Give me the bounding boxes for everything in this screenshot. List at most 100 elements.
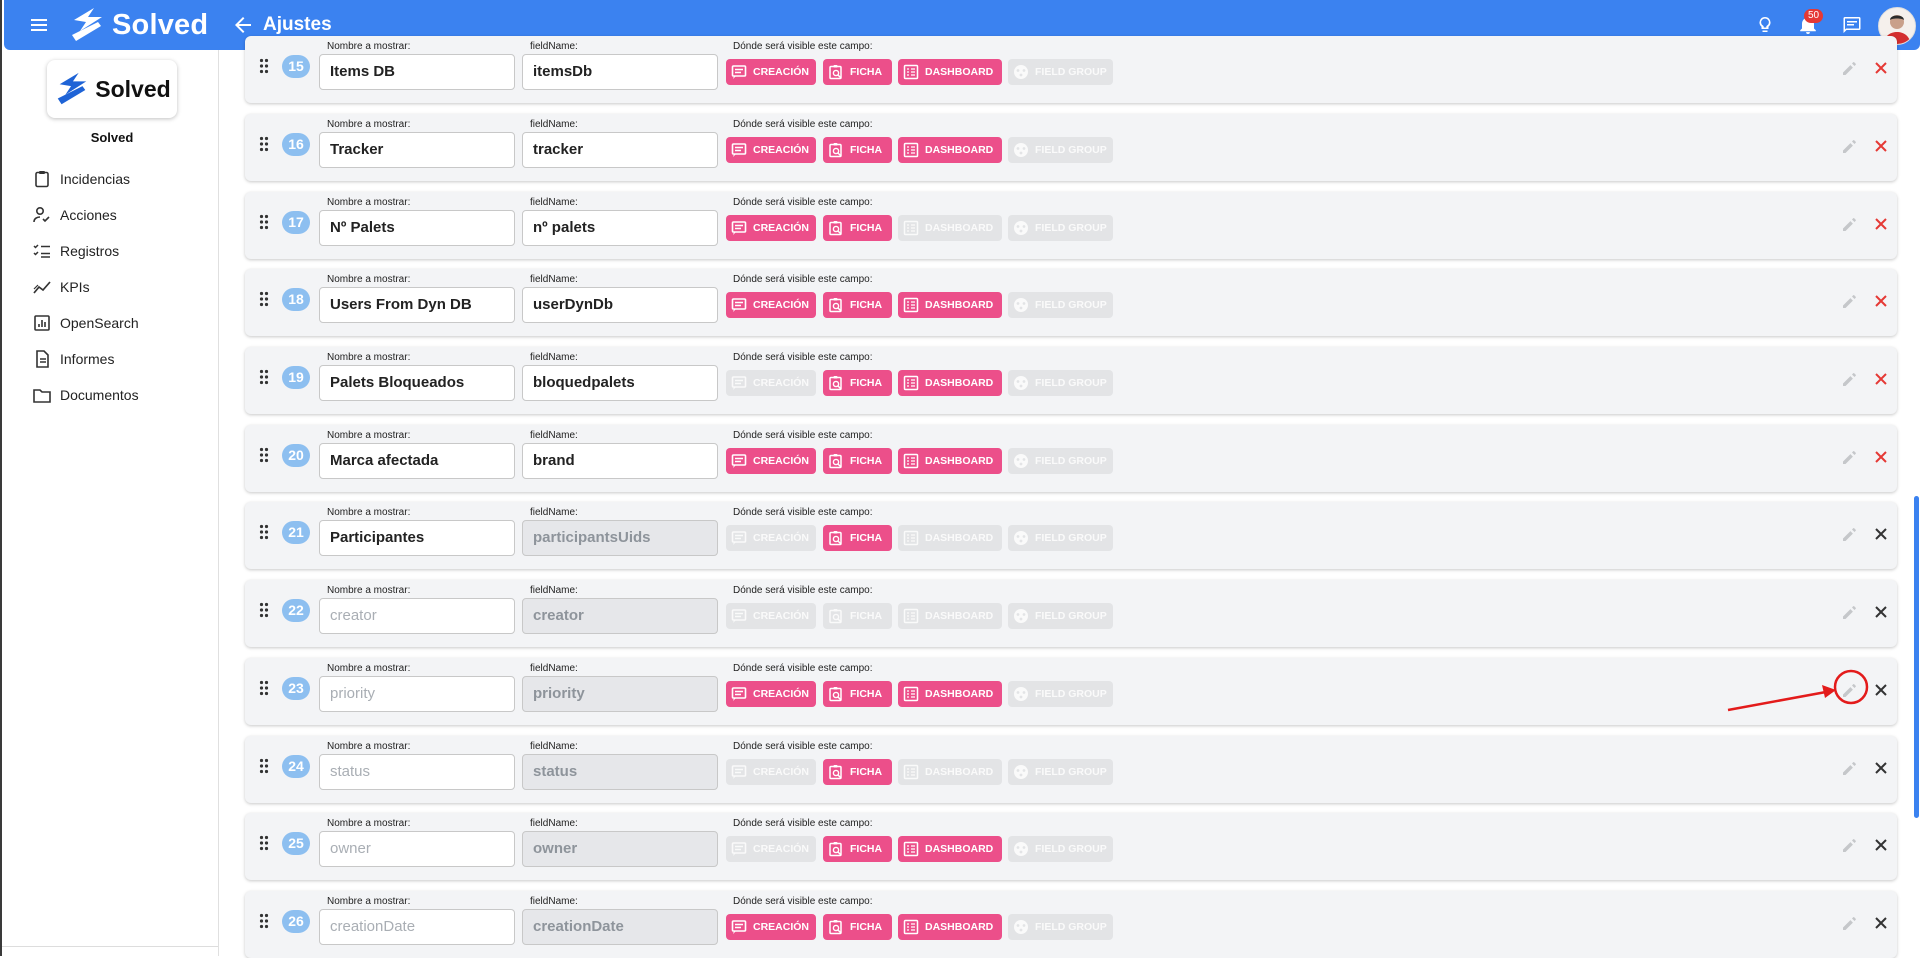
drag-handle-icon[interactable] [259,602,269,618]
delete-close-icon[interactable] [1871,835,1891,855]
ficha-chip[interactable]: FICHA [823,370,892,396]
drag-handle-icon[interactable] [259,136,269,152]
edit-pencil-icon[interactable] [1840,835,1860,855]
delete-close-icon[interactable] [1871,913,1891,933]
lightbulb-icon[interactable] [1754,14,1776,36]
dashboard-chip[interactable]: DASHBOARD [898,137,1002,163]
delete-close-icon[interactable] [1871,136,1891,156]
delete-close-icon[interactable] [1871,369,1891,389]
dashboard-chip[interactable]: DASHBOARD [898,525,1002,551]
field-group-chip[interactable]: FIELD GROUP [1008,448,1113,474]
display-name-input[interactable]: Participantes [319,520,515,556]
field-name-input[interactable]: bloquedpalets [522,365,718,401]
sidebar-logo[interactable]: Solved [47,60,177,118]
drag-handle-icon[interactable] [259,447,269,463]
delete-close-icon[interactable] [1871,758,1891,778]
drag-handle-icon[interactable] [259,369,269,385]
ficha-chip[interactable]: FICHA [823,603,892,629]
creacion-chip[interactable]: CREACIÓN [726,759,816,785]
dashboard-chip[interactable]: DASHBOARD [898,914,1002,940]
edit-pencil-icon[interactable] [1840,136,1860,156]
scrollbar-thumb[interactable] [1914,496,1919,818]
creacion-chip[interactable]: CREACIÓN [726,914,816,940]
display-name-input[interactable]: owner [319,831,515,867]
display-name-input[interactable]: Items DB [319,54,515,90]
sidebar-item-kpis[interactable]: KPIs [32,274,90,300]
dashboard-chip[interactable]: DASHBOARD [898,59,1002,85]
field-group-chip[interactable]: FIELD GROUP [1008,370,1113,396]
sidebar-item-acciones[interactable]: Acciones [32,202,117,228]
ficha-chip[interactable]: FICHA [823,914,892,940]
delete-close-icon[interactable] [1871,524,1891,544]
creacion-chip[interactable]: CREACIÓN [726,681,816,707]
edit-pencil-icon[interactable] [1840,291,1860,311]
dashboard-chip[interactable]: DASHBOARD [898,681,1002,707]
field-group-chip[interactable]: FIELD GROUP [1008,681,1113,707]
drag-handle-icon[interactable] [259,758,269,774]
chat-icon[interactable] [1841,14,1863,36]
ficha-chip[interactable]: FICHA [823,448,892,474]
delete-close-icon[interactable] [1871,680,1891,700]
creacion-chip[interactable]: CREACIÓN [726,292,816,318]
display-name-input[interactable]: creator [319,598,515,634]
edit-pencil-icon[interactable] [1840,602,1860,622]
edit-pencil-icon[interactable] [1840,524,1860,544]
creacion-chip[interactable]: CREACIÓN [726,215,816,241]
sidebar-item-documentos[interactable]: Documentos [32,382,139,408]
sidebar-item-opensearch[interactable]: OpenSearch [32,310,139,336]
field-group-chip[interactable]: FIELD GROUP [1008,525,1113,551]
display-name-input[interactable]: Nº Palets [319,210,515,246]
ficha-chip[interactable]: FICHA [823,759,892,785]
ficha-chip[interactable]: FICHA [823,681,892,707]
dashboard-chip[interactable]: DASHBOARD [898,370,1002,396]
drag-handle-icon[interactable] [259,680,269,696]
delete-close-icon[interactable] [1871,214,1891,234]
creacion-chip[interactable]: CREACIÓN [726,137,816,163]
edit-pencil-icon[interactable] [1840,369,1860,389]
edit-pencil-icon[interactable] [1840,913,1860,933]
display-name-input[interactable]: status [319,754,515,790]
ficha-chip[interactable]: FICHA [823,292,892,318]
delete-close-icon[interactable] [1871,58,1891,78]
display-name-input[interactable]: priority [319,676,515,712]
field-group-chip[interactable]: FIELD GROUP [1008,59,1113,85]
field-name-input[interactable]: itemsDb [522,54,718,90]
creacion-chip[interactable]: CREACIÓN [726,370,816,396]
creacion-chip[interactable]: CREACIÓN [726,59,816,85]
field-name-input[interactable]: brand [522,443,718,479]
display-name-input[interactable]: Palets Bloqueados [319,365,515,401]
ficha-chip[interactable]: FICHA [823,525,892,551]
dashboard-chip[interactable]: DASHBOARD [898,448,1002,474]
menu-icon[interactable] [30,16,48,34]
field-name-input[interactable]: userDynDb [522,287,718,323]
creacion-chip[interactable]: CREACIÓN [726,448,816,474]
back-arrow-icon[interactable] [232,14,254,36]
display-name-input[interactable]: Users From Dyn DB [319,287,515,323]
dashboard-chip[interactable]: DASHBOARD [898,292,1002,318]
drag-handle-icon[interactable] [259,291,269,307]
drag-handle-icon[interactable] [259,58,269,74]
delete-close-icon[interactable] [1871,602,1891,622]
drag-handle-icon[interactable] [259,214,269,230]
edit-pencil-icon[interactable] [1840,758,1860,778]
sidebar-item-informes[interactable]: Informes [32,346,114,372]
creacion-chip[interactable]: CREACIÓN [726,603,816,629]
display-name-input[interactable]: creationDate [319,909,515,945]
field-group-chip[interactable]: FIELD GROUP [1008,603,1113,629]
sidebar-item-incidencias[interactable]: Incidencias [32,166,130,192]
field-group-chip[interactable]: FIELD GROUP [1008,292,1113,318]
dashboard-chip[interactable]: DASHBOARD [898,836,1002,862]
creacion-chip[interactable]: CREACIÓN [726,525,816,551]
field-group-chip[interactable]: FIELD GROUP [1008,836,1113,862]
field-group-chip[interactable]: FIELD GROUP [1008,137,1113,163]
field-group-chip[interactable]: FIELD GROUP [1008,914,1113,940]
field-group-chip[interactable]: FIELD GROUP [1008,759,1113,785]
field-group-chip[interactable]: FIELD GROUP [1008,215,1113,241]
app-logo[interactable]: Solved [68,5,208,45]
creacion-chip[interactable]: CREACIÓN [726,836,816,862]
field-name-input[interactable]: nº palets [522,210,718,246]
edit-pencil-icon[interactable] [1840,447,1860,467]
drag-handle-icon[interactable] [259,524,269,540]
edit-pencil-icon[interactable] [1840,214,1860,234]
display-name-input[interactable]: Tracker [319,132,515,168]
